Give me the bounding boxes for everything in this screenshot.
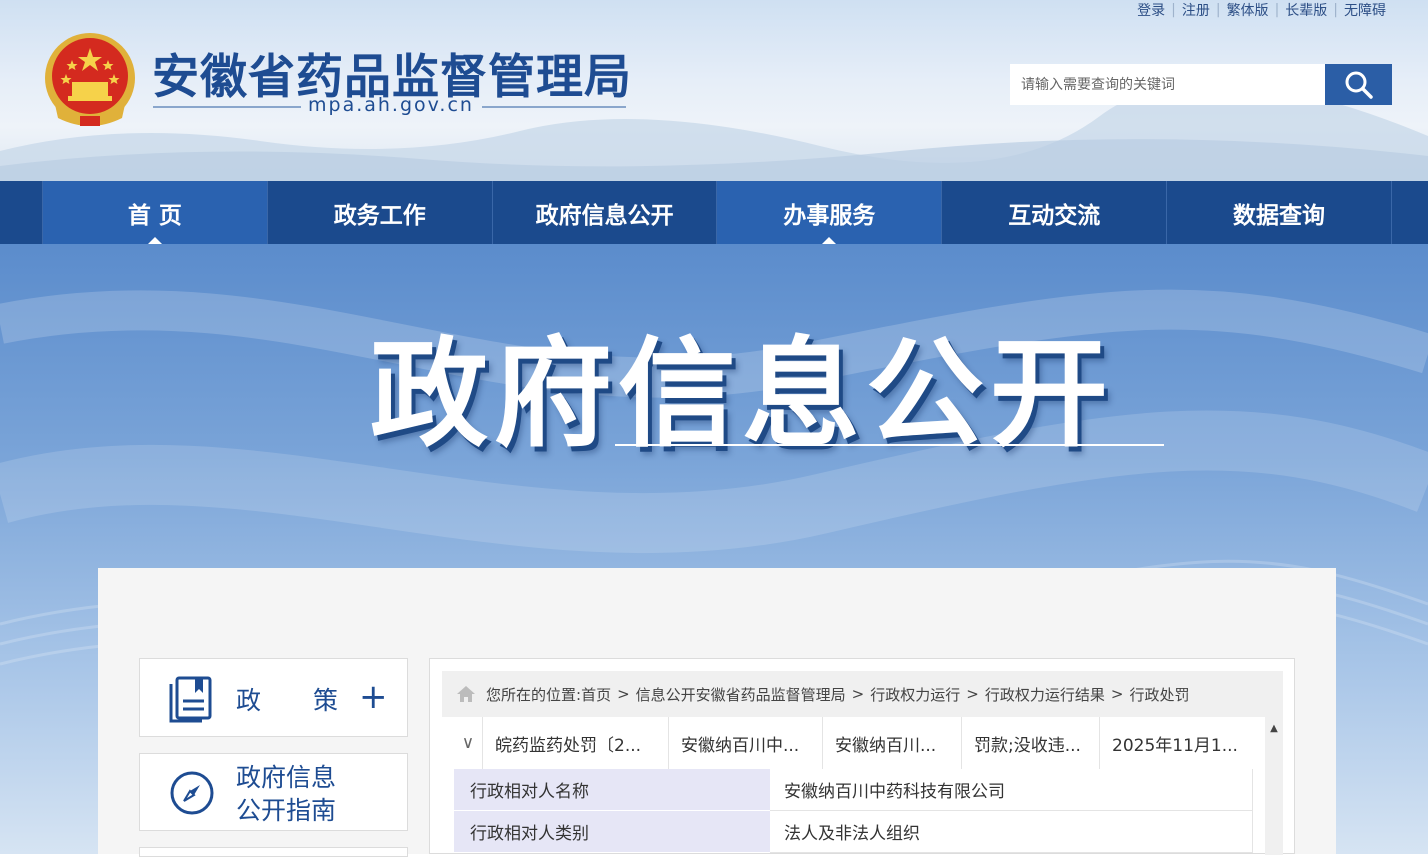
domain-divider [153,106,301,108]
nav-information-disclosure[interactable]: 政府信息公开 [491,181,717,244]
search-icon [1345,71,1373,99]
nav-label: 政务工作 [333,202,426,229]
top-links: 登录 | 注册 | 繁体版 | 长辈版 | 无障碍 [1131,0,1392,20]
breadcrumb: 您所在的位置: 首页 > 信息公开安徽省药品监督管理局 > 行政权力运行 > 行… [442,671,1283,717]
breadcrumb-prefix: 您所在的位置: [486,685,582,704]
document-icon [169,676,212,723]
breadcrumb-penalty[interactable]: 行政处罚 [1129,684,1189,705]
nav-data-query[interactable]: 数据查询 [1166,181,1392,244]
content-panel: 您所在的位置: 首页 > 信息公开安徽省药品监督管理局 > 行政权力运行 > 行… [429,658,1295,855]
register-link[interactable]: 注册 [1176,0,1216,20]
site-header: 登录 | 注册 | 繁体版 | 长辈版 | 无障碍 安徽省药品监督管理局 mpa… [0,0,1428,181]
main-nav: 首 页 政务工作 政府信息公开 办事服务 互动交流 数据查询 [0,181,1428,244]
breadcrumb-separator: > [966,685,979,703]
nav-label: 首 页 [127,202,182,229]
detail-row: 行政相对人名称 安徽纳百川中药科技有限公司 [454,769,1253,811]
login-link[interactable]: 登录 [1131,0,1171,20]
elderly-version-link[interactable]: 长辈版 [1279,0,1333,20]
traditional-chinese-link[interactable]: 繁体版 [1221,0,1275,20]
policy-label: 政策 [236,681,338,717]
compass-icon [170,771,214,815]
sidebar-item-policy[interactable]: 政策 + [139,658,408,737]
guide-label-line: 公开指南 [236,796,337,825]
nav-label: 互动交流 [1008,202,1101,229]
nav-interaction[interactable]: 互动交流 [941,181,1166,244]
search-button[interactable] [1325,64,1392,105]
scroll-up-arrow-icon[interactable]: ▲ [1265,717,1283,739]
cell-penalty-type: 罚款;没收违... [961,717,1099,769]
search-input[interactable] [1010,64,1325,105]
nav-label: 数据查询 [1233,202,1326,229]
collapse-chevron-icon[interactable]: ∨ [454,717,482,769]
detail-key: 行政相对人名称 [454,769,770,811]
expand-plus-icon[interactable]: + [359,677,388,717]
nav-home[interactable]: 首 页 [42,181,267,244]
scrollbar[interactable]: ▲ [1265,717,1283,855]
policy-label-part: 策 [313,686,339,715]
cell-party-name: 安徽纳百川中... [668,717,822,769]
breadcrumb-admin-power[interactable]: 行政权力运行 [870,684,960,705]
sidebar-item-next[interactable] [139,847,408,857]
breadcrumb-disclosure[interactable]: 信息公开安徽省药品监督管理局 [636,684,846,705]
nav-label: 办事服务 [783,202,876,229]
detail-row: 行政相对人类别 法人及非法人组织 [454,811,1253,853]
breadcrumb-home[interactable]: 首页 [581,684,611,705]
home-icon [457,686,475,702]
active-caret-icon [822,237,837,244]
national-emblem-icon[interactable] [42,30,138,128]
cell-document-number: 皖药监药处罚〔2... [482,717,668,769]
breadcrumb-separator: > [617,685,630,703]
banner-underline [615,444,1164,446]
guide-label-line: 政府信息 [236,763,337,792]
domain-divider [482,106,626,108]
detail-value: 安徽纳百川中药科技有限公司 [770,769,1253,811]
nav-services[interactable]: 办事服务 [716,181,942,244]
table-row[interactable]: ∨ 皖药监药处罚〔2... 安徽纳百川中... 安徽纳百川... 罚款;没收违.… [454,717,1253,770]
site-domain: mpa.ah.gov.cn [308,94,474,116]
active-caret-icon [147,237,162,244]
detail-value: 法人及非法人组织 [770,811,1253,853]
nav-government-work[interactable]: 政务工作 [266,181,492,244]
guide-label: 政府信息 公开指南 [236,761,336,827]
breadcrumb-admin-results[interactable]: 行政权力运行结果 [985,684,1105,705]
sidebar-item-disclosure-guide[interactable]: 政府信息 公开指南 [139,753,408,831]
main-panel: 政策 + 政府信息 公开指南 您所在的位置: 首页 > 信息公开安徽省药品监督管… [98,568,1336,857]
breadcrumb-separator: > [851,685,865,703]
accessibility-link[interactable]: 无障碍 [1338,0,1392,20]
policy-label-part: 政 [236,686,262,715]
nav-label: 政府信息公开 [535,202,674,229]
breadcrumb-separator: > [1110,685,1124,703]
cell-date: 2025年11月1... [1099,717,1253,769]
cell-party-short: 安徽纳百川... [822,717,961,769]
detail-key: 行政相对人类别 [454,811,770,853]
